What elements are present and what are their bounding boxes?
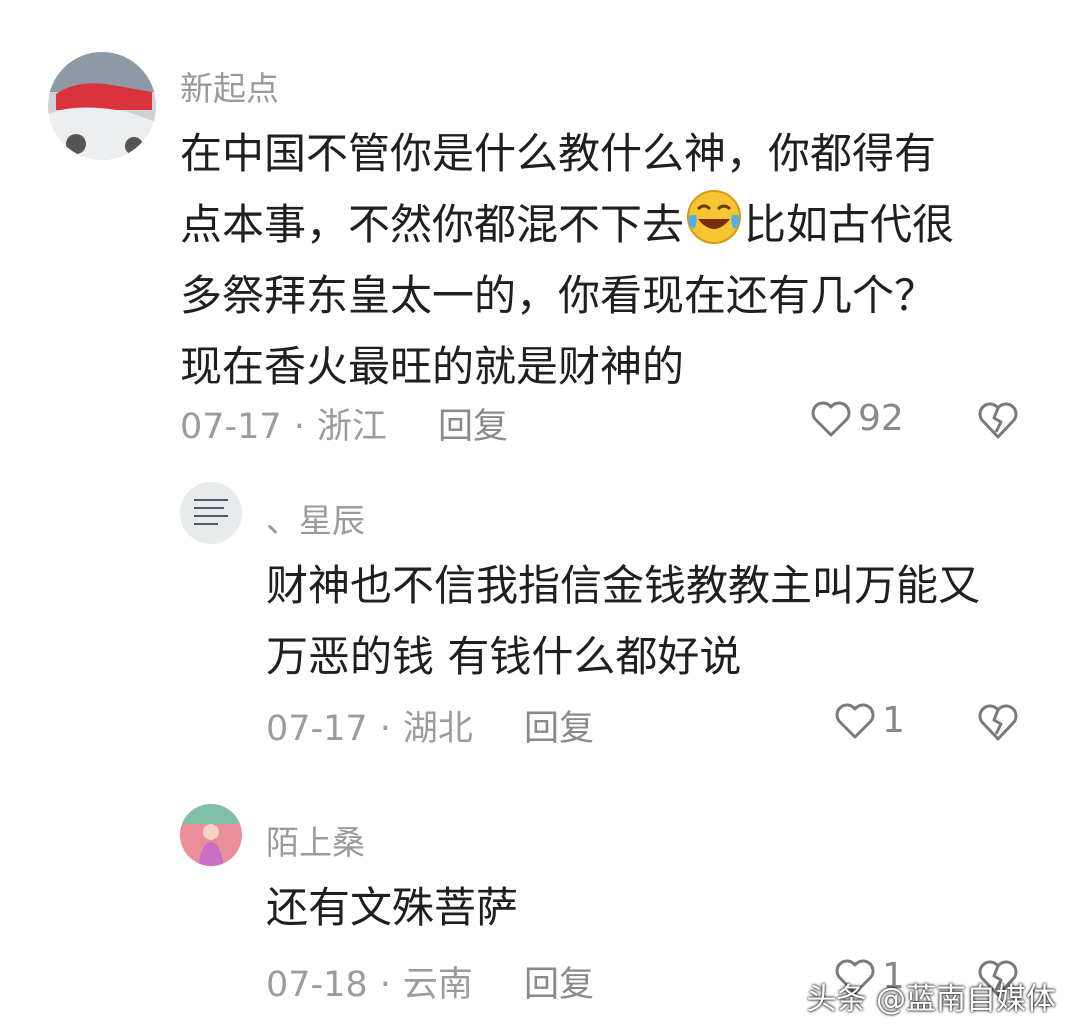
comment-line: 财神也不信我指信金钱教教主叫万能又 xyxy=(266,561,981,610)
reply-button[interactable]: 回复 xyxy=(524,709,594,749)
comment-line: 万恶的钱 有钱什么都好说 xyxy=(266,632,742,681)
dislike-button[interactable] xyxy=(976,400,1020,444)
heart-icon xyxy=(811,401,851,436)
comment-text: 还有文殊菩萨 xyxy=(266,872,518,943)
meta-separator: · xyxy=(379,965,391,1005)
comment-line: 比如古代很 xyxy=(744,200,955,249)
comment-meta: 07-17 · 湖北 回复 xyxy=(266,700,594,751)
comment-line: 多祭拜东皇太一的，你看现在还有几个？ xyxy=(180,271,937,320)
dislike-button[interactable] xyxy=(976,702,1020,746)
comment-line: 现在香火最旺的就是财神的 xyxy=(180,342,685,391)
comment-date: 07-18 xyxy=(266,965,368,1005)
avatar[interactable] xyxy=(180,804,242,866)
broken-heart-icon xyxy=(978,402,1018,439)
comment-line: 在中国不管你是什么教什么神，你都得有 xyxy=(180,129,937,178)
avatar[interactable] xyxy=(180,482,242,544)
comment-location: 云南 xyxy=(402,965,473,1005)
comment-location: 浙江 xyxy=(316,407,387,447)
comment-line-with-emoji: 点本事，不然你都混不下去 比如古代很 xyxy=(180,189,954,260)
meta-separator: · xyxy=(293,407,305,447)
laughing-tears-emoji-icon xyxy=(687,190,742,244)
like-button[interactable]: 92 xyxy=(810,398,904,439)
comment-meta: 07-17 · 浙江 回复 xyxy=(180,398,508,449)
comment-meta: 07-18 · 云南 回复 xyxy=(266,956,594,1007)
avatar[interactable] xyxy=(48,52,156,160)
heart-icon xyxy=(835,703,875,738)
comment-date: 07-17 xyxy=(266,709,368,749)
username[interactable]: 、星辰 xyxy=(266,494,365,542)
like-button[interactable]: 1 xyxy=(834,700,905,741)
car-photo-avatar-icon xyxy=(48,52,156,160)
comment-location: 湖北 xyxy=(402,709,473,749)
person-photo-avatar-icon xyxy=(180,804,242,866)
comment-line: 点本事，不然你都混不下去 xyxy=(180,200,685,249)
comment-line: 还有文殊菩萨 xyxy=(266,883,519,932)
username[interactable]: 陌上桑 xyxy=(266,816,365,864)
watermark: 头条 @蓝南自媒体 xyxy=(806,982,1056,1017)
comment-text: 在中国不管你是什么教什么神，你都得有 点本事，不然你都混不下去 比如古代很 多祭… xyxy=(180,118,954,402)
handwritten-note-avatar-icon xyxy=(180,482,242,544)
reply-button[interactable]: 回复 xyxy=(438,407,508,447)
reply-button[interactable]: 回复 xyxy=(524,965,594,1005)
meta-separator: · xyxy=(379,709,391,749)
like-count: 92 xyxy=(858,398,904,439)
username[interactable]: 新起点 xyxy=(180,62,279,110)
comment-date: 07-17 xyxy=(180,407,282,447)
broken-heart-icon xyxy=(978,704,1018,741)
comment-text: 财神也不信我指信金钱教教主叫万能又 万恶的钱 有钱什么都好说 xyxy=(266,550,980,692)
like-count: 1 xyxy=(882,700,905,741)
